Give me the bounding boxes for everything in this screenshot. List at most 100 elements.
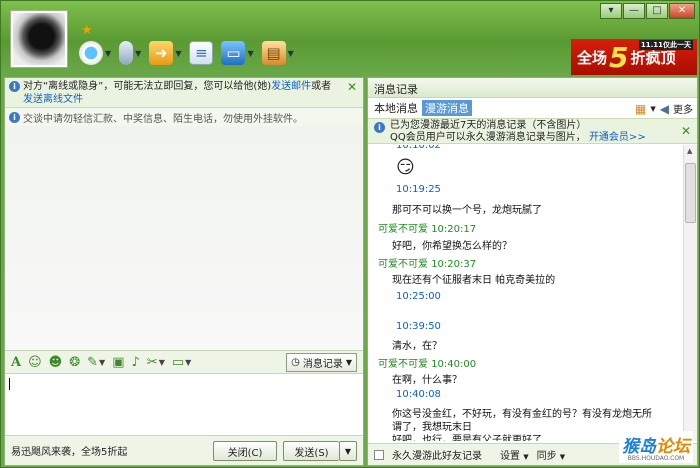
app-tool[interactable]: ▤ ▼ <box>261 41 294 65</box>
chevron-down-icon[interactable]: ▼ <box>288 49 294 58</box>
settings-menu[interactable]: 设置 ▼ <box>500 447 529 462</box>
export-icon[interactable]: ▦ <box>635 102 646 116</box>
sender-name: 可爱不可爱 <box>378 359 432 370</box>
message-tool[interactable]: ≡ <box>189 41 214 65</box>
history-bottom-bar: 永久漫游此好友记录 设置 ▼ 同步 ▼ 猴岛论坛 BBS.HOUDAO.COM <box>368 431 697 465</box>
vip-emoji-icon[interactable]: ☻ <box>49 355 63 370</box>
avatar[interactable] <box>10 10 68 68</box>
message-time: 10:10:02 <box>396 145 441 151</box>
send-file-tool[interactable]: ➜ ▼ <box>149 41 181 65</box>
message-input[interactable] <box>5 374 363 436</box>
history-tools: ▦ ▼ ◀ 更多 <box>635 101 693 117</box>
chevron-down-icon[interactable]: ▼ <box>650 105 655 113</box>
roaming-notice-text: QQ会员用户可以永久漫游消息记录与图片， <box>390 132 586 143</box>
timestamp: 10:20:37 <box>431 259 477 270</box>
history-panel: 消息记录 本地消息 漫游消息 ▦ ▼ ◀ 更多 i 已为您漫游最近7天的消息记录（… <box>367 77 698 466</box>
menu-button[interactable]: ▾ <box>600 3 622 19</box>
close-icon[interactable]: ✕ <box>347 81 357 94</box>
screenshot-icon[interactable]: ✂ <box>147 355 158 370</box>
chat-bottom-bar: 易迅飓风来袭，全场5折起 关闭(C) 发送(S) ▼ <box>5 435 363 465</box>
ad-banner[interactable]: 11.11仅此一天 全场 5 折疯顶 <box>571 39 697 75</box>
chevron-down-icon[interactable]: ▼ <box>185 358 191 367</box>
history-title: 消息记录 <box>368 78 697 98</box>
message-time: 10:19:25 <box>396 184 441 195</box>
info-icon: i <box>374 122 385 133</box>
send-offline-file-link[interactable]: 发送离线文件 <box>23 94 83 105</box>
close-icon[interactable]: ✕ <box>681 125 691 137</box>
chevron-down-icon[interactable]: ▼ <box>247 49 253 58</box>
remote-desktop-tool[interactable]: ▭ ▼ <box>221 41 254 65</box>
watermark-text-1: 猴岛 <box>622 437 656 457</box>
message-header: 可爱不可爱 10:20:17 <box>378 220 476 235</box>
message-record-label: 消息记录 <box>302 359 343 370</box>
message-display[interactable] <box>5 126 363 350</box>
promo-link[interactable]: 易迅飓风来袭，全场5折起 <box>11 443 127 458</box>
send-button[interactable]: 发送(S) <box>283 441 339 461</box>
microphone-icon <box>119 41 134 65</box>
emoji-message: 😏 <box>396 157 415 178</box>
maximize-button[interactable]: □ <box>646 3 668 19</box>
toolbar: ▼ ▼ ➜ ▼ ≡ ▭ ▼ ▤ ▼ <box>79 41 294 65</box>
sender-name: 可爱不可爱 <box>378 259 432 270</box>
timestamp: 10:25:00 <box>396 291 441 302</box>
app-box-icon[interactable]: ▭ <box>172 355 184 370</box>
speaker-icon[interactable]: ◀ <box>660 102 669 116</box>
message-body: 好吧，你希望换怎么样的？ <box>392 241 512 252</box>
chevron-down-icon[interactable]: ▼ <box>135 49 141 58</box>
timestamp: 10:39:50 <box>396 321 441 332</box>
image-icon[interactable]: ▣ <box>112 355 124 370</box>
chevron-down-icon: ▼ <box>523 453 529 461</box>
message-body: 现在还有个征服者末日 帕克奇美拉的 <box>392 275 556 286</box>
history-tabs: 本地消息 漫游消息 ▦ ▼ ◀ 更多 <box>368 98 697 118</box>
sync-menu[interactable]: 同步 ▼ <box>537 447 566 462</box>
webcam-icon <box>79 41 103 65</box>
chat-panel: i 对方“离线或隐身”，可能无法立即回复，您可以给他(她)发送邮件或者发送离线文… <box>4 77 364 466</box>
chevron-down-icon[interactable]: ▼ <box>99 358 105 367</box>
vip-star-icon: ★ <box>81 23 93 38</box>
tab-local-messages[interactable]: 本地消息 <box>374 100 418 116</box>
watermark-text-2: 论坛 <box>656 437 690 457</box>
info-icon: i <box>9 81 20 92</box>
clock-icon: ◷ <box>291 357 300 368</box>
send-email-link[interactable]: 发送邮件 <box>271 81 311 92</box>
open-membership-link[interactable]: 开通会员>> <box>589 132 646 143</box>
monitor-icon: ▭ <box>221 41 246 65</box>
chevron-down-icon[interactable]: ▼ <box>105 49 111 58</box>
video-call-tool[interactable]: ▼ <box>79 41 111 65</box>
close-window-button[interactable]: ✕ <box>669 3 695 19</box>
timestamp: 10:10:02 <box>396 145 441 151</box>
offline-notice: i 对方“离线或隐身”，可能无法立即回复，您可以给他(她)发送邮件或者发送离线文… <box>5 78 363 108</box>
roaming-notice-line1: 已为您漫游最近7天的消息记录（不含图片） <box>390 120 587 131</box>
offline-notice-text: 对方“离线或隐身”，可能无法立即回复，您可以给他(她) <box>23 81 272 92</box>
tab-roaming-messages[interactable]: 漫游消息 <box>422 100 472 116</box>
scroll-up-icon[interactable]: ▲ <box>687 147 692 155</box>
voice-call-tool[interactable]: ▼ <box>119 41 141 65</box>
timestamp: 10:40:08 <box>396 389 441 400</box>
security-notice-text: 交谈中请勿轻信汇款、中奖信息、陌生电话，勿使用外挂软件。 <box>23 114 303 125</box>
history-messages[interactable]: 10:10:02 😏 10:19:25 那可不可以换一个号，龙炮玩腻了可爱不可爱 10… <box>368 145 684 441</box>
chevron-down-icon[interactable]: ▼ <box>175 49 181 58</box>
send-options-chevron-icon[interactable]: ▼ <box>339 441 357 461</box>
ad-corner-text: 11.11仅此一天 <box>638 40 693 50</box>
message-record-button[interactable]: ◷ 消息记录 ▼ <box>286 353 357 372</box>
minimize-button[interactable]: — <box>623 3 645 19</box>
ad-text-1: 全场 <box>577 48 608 67</box>
chevron-down-icon: ▼ <box>345 358 352 367</box>
more-link[interactable]: 更多 <box>673 101 693 116</box>
history-scrollbar[interactable]: ▲ ▼ <box>683 145 697 441</box>
scroll-thumb[interactable] <box>685 163 696 223</box>
permanent-roaming-checkbox[interactable] <box>374 449 384 460</box>
doodle-icon[interactable]: ✎ <box>87 355 98 370</box>
format-toolbar: A ☺ ☻ ❂ ✎ ▼ ▣ ♪ ✂ ▼ ▭ ▼ ◷ 消息记录 ▼ <box>5 350 363 374</box>
settings-label: 设置 <box>500 451 520 462</box>
message-body: 那可不可以换一个号，龙炮玩腻了 <box>392 205 542 216</box>
emoji-icon[interactable]: ☺ <box>28 355 42 370</box>
font-icon[interactable]: A <box>11 355 21 370</box>
timestamp: 10:40:00 <box>431 359 477 370</box>
permanent-roaming-label: 永久漫游此好友记录 <box>392 451 482 462</box>
chevron-down-icon[interactable]: ▼ <box>159 358 165 367</box>
music-icon[interactable]: ♪ <box>131 355 139 370</box>
close-button[interactable]: 关闭(C) <box>213 441 277 461</box>
magic-emoji-icon[interactable]: ❂ <box>69 355 80 370</box>
message-header: 可爱不可爱 10:40:00 <box>378 355 476 370</box>
